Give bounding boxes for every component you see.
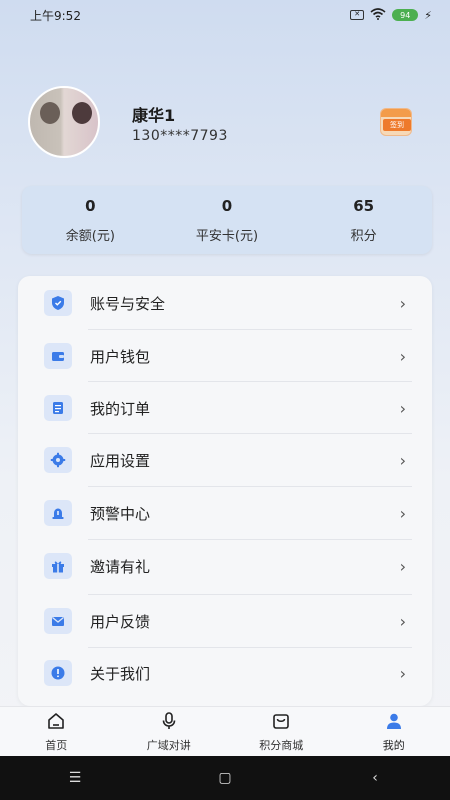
system-nav-bar: ☰ ▢ ‹ bbox=[0, 756, 450, 800]
chevron-right-icon: › bbox=[399, 556, 406, 576]
divider bbox=[88, 381, 412, 382]
shopping-bag-icon bbox=[271, 711, 291, 735]
chevron-right-icon: › bbox=[399, 346, 406, 366]
menu-label: 用户反馈 bbox=[90, 612, 151, 631]
stat-points[interactable]: 65 积分 bbox=[304, 186, 424, 254]
avatar[interactable] bbox=[28, 86, 100, 158]
tab-label: 广域对讲 bbox=[146, 738, 191, 752]
tab-points-mall[interactable]: 积分商城 bbox=[225, 707, 338, 756]
tab-intercom[interactable]: 广域对讲 bbox=[113, 707, 226, 756]
menu-item-feedback[interactable]: 用户反馈 › bbox=[18, 596, 432, 646]
tab-home[interactable]: 首页 bbox=[0, 707, 113, 756]
stat-label: 积分 bbox=[350, 228, 377, 244]
tab-label: 积分商城 bbox=[259, 738, 304, 752]
menu-label: 我的订单 bbox=[90, 399, 151, 418]
menu-item-invite[interactable]: 邀请有礼 › bbox=[18, 541, 432, 591]
back-icon[interactable]: ‹ bbox=[345, 770, 405, 786]
divider bbox=[88, 594, 412, 595]
charging-icon: ⚡ bbox=[424, 8, 432, 22]
user-phone: 130****7793 bbox=[132, 128, 228, 144]
divider bbox=[88, 329, 412, 330]
microphone-icon bbox=[159, 711, 179, 735]
profile-header: 康华1 130****7793 签到 bbox=[28, 86, 428, 158]
menu-label: 应用设置 bbox=[90, 451, 151, 470]
bottom-tab-bar: 首页 广域对讲 积分商城 我的 bbox=[0, 706, 450, 756]
menu-icon[interactable]: ☰ bbox=[45, 770, 105, 786]
gear-icon bbox=[44, 447, 72, 473]
order-icon bbox=[44, 395, 72, 421]
wifi-icon bbox=[370, 7, 386, 23]
menu-item-orders[interactable]: 我的订单 › bbox=[18, 383, 432, 433]
status-icons: 94 ⚡ bbox=[350, 7, 432, 23]
chevron-right-icon: › bbox=[399, 503, 406, 523]
stat-balance[interactable]: 0 余额(元) bbox=[30, 186, 150, 254]
status-bar: 上午9:52 94 ⚡ bbox=[0, 0, 450, 30]
menu-list: 账号与安全 › 用户钱包 › 我的订单 › 应用设置 › 预警中心 › 邀请有礼… bbox=[18, 276, 432, 706]
menu-label: 账号与安全 bbox=[90, 294, 166, 313]
stat-safety-card[interactable]: 0 平安卡(元) bbox=[167, 186, 287, 254]
stat-value: 0 bbox=[221, 196, 233, 215]
menu-label: 预警中心 bbox=[90, 504, 151, 523]
signin-label: 签到 bbox=[383, 119, 411, 131]
menu-item-account-security[interactable]: 账号与安全 › bbox=[18, 278, 432, 328]
chevron-right-icon: › bbox=[399, 611, 406, 631]
no-sim-icon bbox=[350, 10, 365, 20]
menu-item-about[interactable]: 关于我们 › bbox=[18, 648, 432, 698]
tab-mine[interactable]: 我的 bbox=[338, 707, 450, 756]
wallet-icon bbox=[44, 343, 72, 369]
tab-label: 我的 bbox=[382, 738, 405, 752]
mail-icon bbox=[44, 608, 72, 634]
chevron-right-icon: › bbox=[399, 450, 406, 470]
stats-panel: 0 余额(元) 0 平安卡(元) 65 积分 bbox=[22, 186, 432, 254]
gift-icon bbox=[44, 553, 72, 579]
home-square-icon[interactable]: ▢ bbox=[195, 770, 255, 786]
alert-icon bbox=[44, 500, 72, 526]
divider bbox=[88, 539, 412, 540]
user-name: 康华1 bbox=[132, 106, 176, 125]
menu-label: 用户钱包 bbox=[90, 347, 151, 366]
battery-icon: 94 bbox=[392, 9, 419, 21]
info-icon bbox=[44, 660, 72, 686]
stat-value: 0 bbox=[85, 196, 96, 215]
user-icon bbox=[384, 711, 404, 735]
chevron-right-icon: › bbox=[399, 663, 406, 683]
menu-label: 邀请有礼 bbox=[90, 557, 151, 576]
home-icon bbox=[46, 711, 66, 735]
chevron-right-icon: › bbox=[399, 398, 406, 418]
status-time: 上午9:52 bbox=[30, 8, 81, 23]
menu-item-alert-center[interactable]: 预警中心 › bbox=[18, 488, 432, 538]
stat-value: 65 bbox=[353, 196, 375, 215]
menu-label: 关于我们 bbox=[90, 664, 151, 683]
shield-icon bbox=[44, 290, 72, 316]
stat-label: 平安卡(元) bbox=[195, 228, 259, 244]
tab-label: 首页 bbox=[45, 738, 68, 752]
chevron-right-icon: › bbox=[399, 293, 406, 313]
divider bbox=[88, 486, 412, 487]
signin-button[interactable]: 签到 bbox=[380, 108, 412, 136]
stat-label: 余额(元) bbox=[65, 228, 115, 244]
menu-item-wallet[interactable]: 用户钱包 › bbox=[18, 331, 432, 381]
calendar-icon bbox=[381, 109, 411, 117]
menu-item-settings[interactable]: 应用设置 › bbox=[18, 435, 432, 485]
divider bbox=[88, 433, 412, 434]
